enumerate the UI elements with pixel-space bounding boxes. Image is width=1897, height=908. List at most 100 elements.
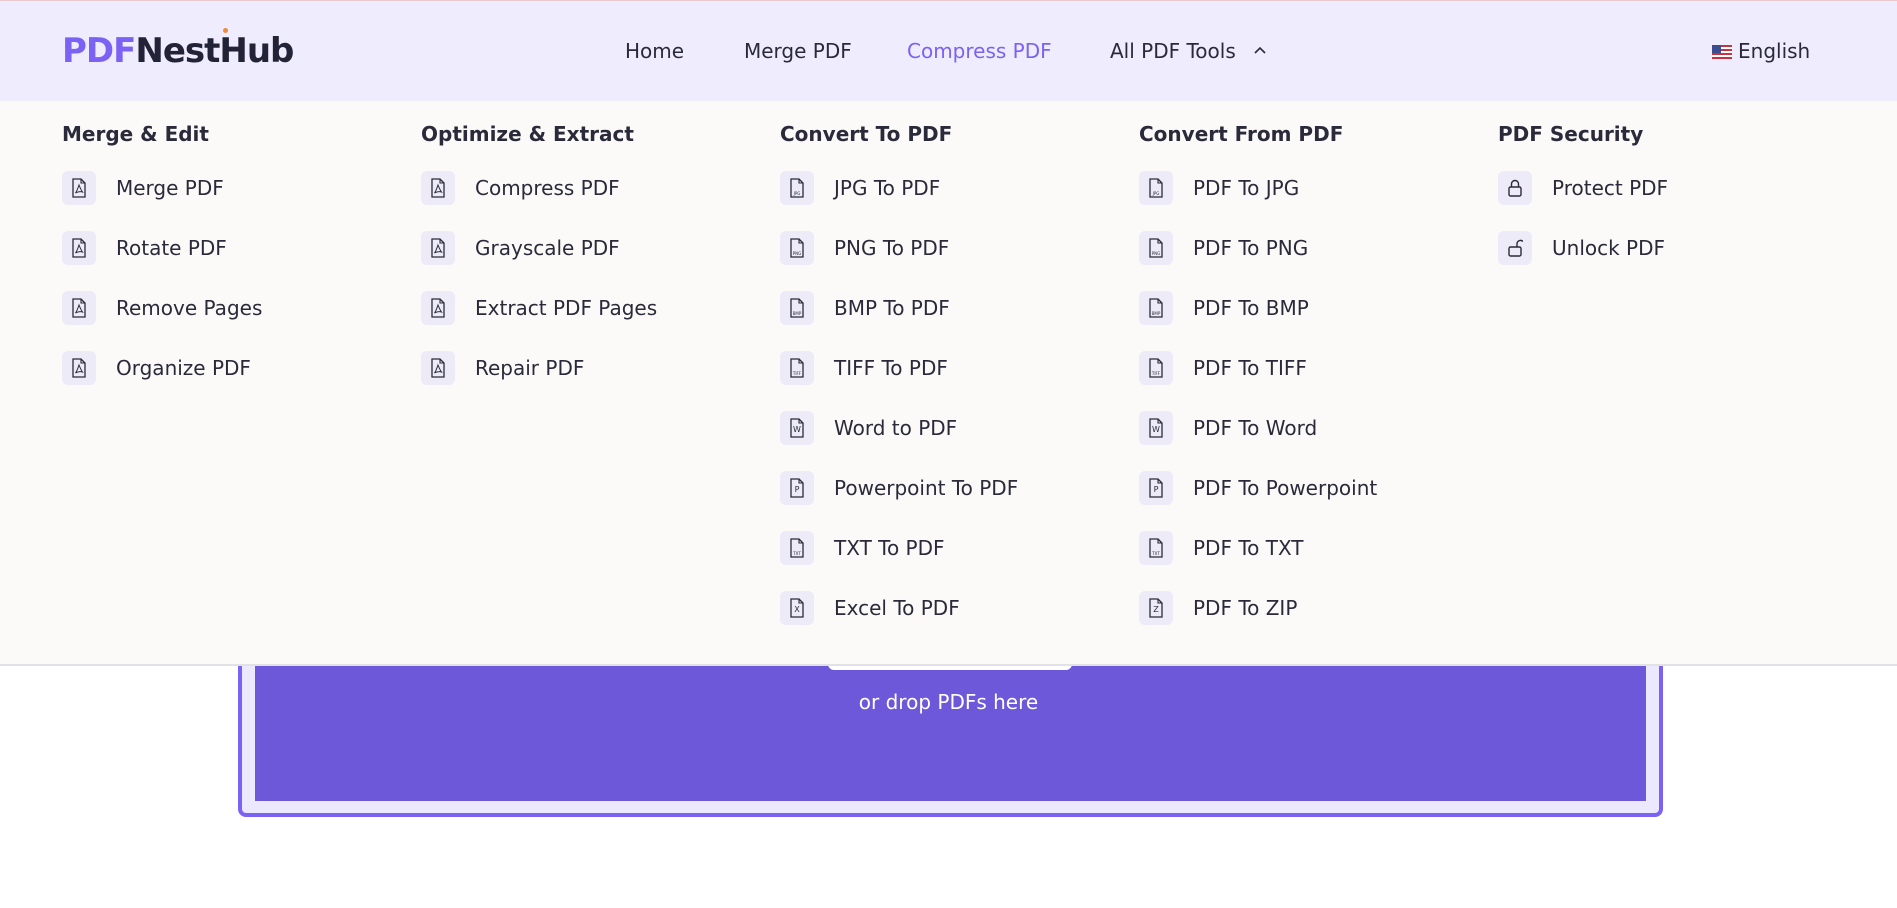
- menu-item[interactable]: Repair PDF: [421, 351, 761, 385]
- menu-item[interactable]: BMP PDF To BMP: [1139, 291, 1479, 325]
- bmp-file-icon: BMP: [780, 291, 814, 325]
- nav-all-pdf-tools[interactable]: All PDF Tools: [1110, 39, 1236, 63]
- menu-item-label: PDF To TXT: [1193, 536, 1304, 560]
- menu-item-label: Extract PDF Pages: [475, 296, 658, 320]
- menu-item-label: PDF To BMP: [1193, 296, 1309, 320]
- menu-item-label: PDF To Powerpoint: [1193, 476, 1378, 500]
- menu-item-label: Remove Pages: [116, 296, 263, 320]
- menu-item[interactable]: Rotate PDF: [62, 231, 402, 265]
- menu-item-label: PNG To PDF: [834, 236, 950, 260]
- logo[interactable]: PDFNest Hub: [62, 28, 294, 73]
- menu-item[interactable]: X Excel To PDF: [780, 591, 1120, 625]
- menu-item[interactable]: W PDF To Word: [1139, 411, 1479, 445]
- menu-item-label: Word to PDF: [834, 416, 958, 440]
- svg-text:BMP: BMP: [1152, 311, 1161, 316]
- nav-home[interactable]: Home: [625, 39, 684, 63]
- svg-text:JPG: JPG: [793, 191, 801, 196]
- menu-item[interactable]: JPG PDF To JPG: [1139, 171, 1479, 205]
- menu-item[interactable]: Unlock PDF: [1498, 231, 1838, 265]
- language-label: English: [1738, 39, 1811, 63]
- menu-item-label: Compress PDF: [475, 176, 620, 200]
- svg-text:X: X: [794, 605, 800, 614]
- menu-item-label: JPG To PDF: [834, 176, 941, 200]
- pdf-file-icon: [421, 351, 455, 385]
- menu-column-title: PDF Security: [1498, 122, 1644, 146]
- menu-item[interactable]: JPG JPG To PDF: [780, 171, 1120, 205]
- menu-item-label: Powerpoint To PDF: [834, 476, 1019, 500]
- menu-item[interactable]: P Powerpoint To PDF: [780, 471, 1120, 505]
- drop-hint: or drop PDFs here: [858, 690, 1039, 714]
- menu-column-title: Optimize & Extract: [421, 122, 634, 146]
- menu-item[interactable]: Organize PDF: [62, 351, 402, 385]
- unlock-icon: [1498, 231, 1532, 265]
- word-file-icon: W: [780, 411, 814, 445]
- menu-column-title: Convert From PDF: [1139, 122, 1344, 146]
- menu-item[interactable]: W Word to PDF: [780, 411, 1120, 445]
- pdf-file-icon: [421, 171, 455, 205]
- pdf-file-icon: [421, 291, 455, 325]
- pdf-file-icon: [62, 351, 96, 385]
- svg-text:TXT: TXT: [792, 551, 801, 556]
- tiff-file-icon: TIFF: [780, 351, 814, 385]
- menu-item[interactable]: Grayscale PDF: [421, 231, 761, 265]
- tiff-file-icon: TIFF: [1139, 351, 1173, 385]
- svg-text:BMP: BMP: [793, 311, 802, 316]
- pdf-file-icon: [62, 291, 96, 325]
- menu-item-label: TXT To PDF: [834, 536, 945, 560]
- word-file-icon: W: [1139, 411, 1173, 445]
- svg-text:P: P: [795, 485, 800, 494]
- jpg-file-icon: JPG: [780, 171, 814, 205]
- svg-text:W: W: [793, 425, 801, 434]
- txt-file-icon: TXT: [780, 531, 814, 565]
- menu-item-label: Merge PDF: [116, 176, 224, 200]
- menu-item-label: Unlock PDF: [1552, 236, 1666, 260]
- menu-item[interactable]: Compress PDF: [421, 171, 761, 205]
- svg-text:TIFF: TIFF: [792, 371, 802, 376]
- pdf-file-icon: [62, 231, 96, 265]
- menu-item[interactable]: PNG PNG To PDF: [780, 231, 1120, 265]
- png-file-icon: PNG: [780, 231, 814, 265]
- nav-merge-pdf[interactable]: Merge PDF: [744, 39, 852, 63]
- logo-nest: Nest: [135, 31, 220, 71]
- svg-text:TXT: TXT: [1151, 551, 1160, 556]
- png-file-icon: PNG: [1139, 231, 1173, 265]
- menu-item[interactable]: TXT PDF To TXT: [1139, 531, 1479, 565]
- menu-item[interactable]: PNG PDF To PNG: [1139, 231, 1479, 265]
- chevron-up-icon[interactable]: [1254, 45, 1266, 57]
- menu-item-label: Grayscale PDF: [475, 236, 620, 260]
- menu-item[interactable]: P PDF To Powerpoint: [1139, 471, 1479, 505]
- menu-item[interactable]: Remove Pages: [62, 291, 402, 325]
- txt-file-icon: TXT: [1139, 531, 1173, 565]
- svg-text:JPG: JPG: [1152, 191, 1160, 196]
- tools-dropdown-menu: Merge & Edit Merge PDF Rotate PDF Remove Pa…: [0, 101, 1897, 666]
- nav-compress-pdf[interactable]: Compress PDF: [907, 39, 1052, 63]
- menu-item[interactable]: TXT TXT To PDF: [780, 531, 1120, 565]
- menu-item[interactable]: Z PDF To ZIP: [1139, 591, 1479, 625]
- svg-text:PNG: PNG: [1152, 251, 1161, 256]
- menu-item[interactable]: TIFF PDF To TIFF: [1139, 351, 1479, 385]
- powerpoint-file-icon: P: [1139, 471, 1173, 505]
- menu-item[interactable]: BMP BMP To PDF: [780, 291, 1120, 325]
- logo-hub-text: Hub: [219, 31, 294, 71]
- powerpoint-file-icon: P: [780, 471, 814, 505]
- language-selector[interactable]: English: [1712, 39, 1810, 63]
- menu-item-label: Protect PDF: [1552, 176, 1669, 200]
- menu-item[interactable]: TIFF TIFF To PDF: [780, 351, 1120, 385]
- zip-file-icon: Z: [1139, 591, 1173, 625]
- menu-item[interactable]: Merge PDF: [62, 171, 402, 205]
- menu-item-label: PDF To Word: [1193, 416, 1318, 440]
- menu-item-label: Repair PDF: [475, 356, 585, 380]
- menu-item-label: PDF To JPG: [1193, 176, 1300, 200]
- menu-item-label: Rotate PDF: [116, 236, 227, 260]
- menu-item[interactable]: Extract PDF Pages: [421, 291, 761, 325]
- menu-item-label: Excel To PDF: [834, 596, 960, 620]
- svg-text:W: W: [1152, 425, 1160, 434]
- menu-item-label: PDF To TIFF: [1193, 356, 1307, 380]
- menu-item[interactable]: Protect PDF: [1498, 171, 1838, 205]
- logo-hub: Hub: [219, 28, 294, 71]
- menu-item-label: TIFF To PDF: [834, 356, 948, 380]
- excel-file-icon: X: [780, 591, 814, 625]
- svg-text:PNG: PNG: [793, 251, 802, 256]
- svg-text:TIFF: TIFF: [1151, 371, 1161, 376]
- svg-text:Z: Z: [1153, 605, 1159, 614]
